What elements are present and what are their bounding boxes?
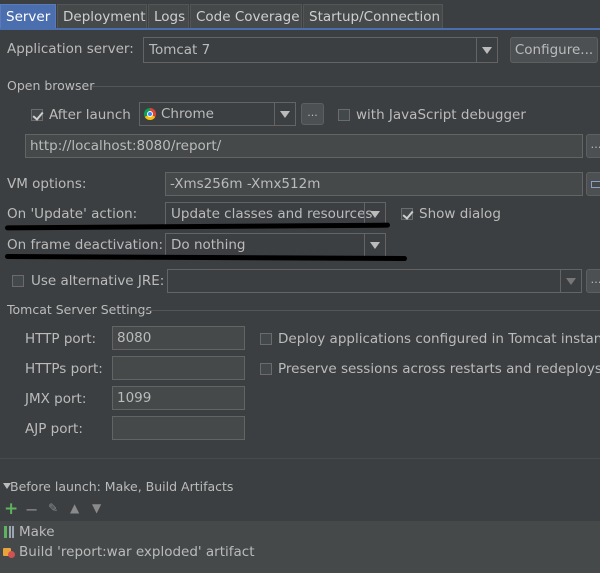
- app-server-value: Tomcat 7: [149, 42, 211, 58]
- check-icon: [402, 208, 414, 220]
- js-debugger-label: with JavaScript debugger: [356, 107, 526, 123]
- url-expand-button[interactable]: …: [586, 134, 600, 158]
- update-action-value: Update classes and resources: [171, 206, 373, 222]
- deploy-apps-label: Deploy applications configured in Tomcat…: [278, 331, 600, 347]
- list-item-label: Build 'report:war exploded' artifact: [19, 544, 255, 560]
- https-port-input[interactable]: [112, 356, 245, 380]
- remove-icon[interactable]: −: [25, 500, 38, 519]
- alt-jre-checkbox[interactable]: [12, 275, 24, 287]
- after-launch-label: After launch: [49, 107, 131, 123]
- more-icon: …: [591, 138, 600, 151]
- show-dialog-checkbox[interactable]: [401, 208, 414, 220]
- frame-deactivation-label: On frame deactivation:: [7, 237, 164, 253]
- tomcat-settings-section-label: Tomcat Server Settings: [7, 302, 152, 317]
- list-item[interactable]: Build 'report:war exploded' artifact: [0, 543, 600, 564]
- preserve-sessions-checkbox[interactable]: [260, 363, 272, 375]
- before-launch-list: Make Build 'report:war exploded' artifac…: [0, 521, 600, 573]
- open-browser-section-label: Open browser: [7, 78, 95, 93]
- list-item[interactable]: Make: [0, 522, 600, 543]
- tab-logs[interactable]: Logs: [148, 4, 189, 28]
- section-divider: [92, 86, 600, 87]
- expand-icon: [591, 181, 600, 188]
- jmx-port-label: JMX port:: [25, 391, 87, 407]
- configure-button[interactable]: Configure...: [510, 37, 598, 63]
- chrome-icon: [144, 108, 156, 120]
- http-port-label: HTTP port:: [25, 331, 97, 347]
- browser-value: Chrome: [161, 106, 214, 122]
- annotation-scribble: [4, 222, 391, 231]
- alt-jre-more-button[interactable]: …: [586, 269, 600, 293]
- artifact-icon: [3, 546, 15, 558]
- tab-server[interactable]: Server: [0, 4, 56, 28]
- chevron-down-icon[interactable]: [560, 270, 581, 292]
- app-server-select[interactable]: Tomcat 7: [143, 37, 498, 63]
- before-launch-label: Before launch: Make, Build Artifacts: [10, 479, 234, 494]
- chevron-down-icon[interactable]: [364, 234, 385, 256]
- section-divider: [142, 310, 600, 311]
- https-port-label: HTTPs port:: [25, 361, 103, 377]
- browser-more-button[interactable]: ...: [301, 103, 324, 125]
- tab-code-coverage[interactable]: Code Coverage: [190, 4, 302, 28]
- frame-deactivation-select[interactable]: Do nothing: [165, 233, 386, 257]
- more-icon: …: [591, 273, 600, 286]
- show-dialog-label: Show dialog: [419, 206, 501, 222]
- edit-icon[interactable]: ✎: [48, 501, 58, 515]
- tab-underline: [0, 28, 600, 30]
- list-item-label: Make: [19, 524, 55, 540]
- tab-startup-connection[interactable]: Startup/Connection: [303, 4, 443, 28]
- app-server-label: Application server:: [7, 41, 134, 57]
- http-port-input[interactable]: 8080: [112, 326, 245, 350]
- js-debugger-checkbox[interactable]: [338, 109, 350, 121]
- check-icon: [32, 109, 44, 121]
- preserve-sessions-label: Preserve sessions across restarts and re…: [278, 361, 600, 377]
- chevron-down-icon[interactable]: [476, 38, 497, 62]
- vm-options-input[interactable]: -Xms256m -Xmx512m: [165, 172, 583, 196]
- move-down-icon[interactable]: ▼: [92, 501, 101, 515]
- tab-deployment[interactable]: Deployment: [57, 4, 147, 28]
- vm-options-label: VM options:: [7, 176, 87, 192]
- deploy-apps-checkbox[interactable]: [260, 333, 272, 345]
- ajp-port-input[interactable]: [112, 416, 245, 440]
- vm-options-expand-button[interactable]: [586, 172, 600, 196]
- annotation-scribble: [4, 253, 408, 262]
- make-icon: [4, 526, 14, 538]
- section-divider: [0, 458, 600, 459]
- jmx-port-input[interactable]: 1099: [112, 386, 245, 410]
- chevron-down-icon[interactable]: [274, 103, 295, 125]
- update-action-label: On 'Update' action:: [7, 206, 138, 222]
- add-icon[interactable]: +: [4, 499, 18, 519]
- url-input[interactable]: http://localhost:8080/report/: [25, 134, 583, 158]
- chevron-down-icon[interactable]: [364, 203, 385, 225]
- ajp-port-label: AJP port:: [25, 421, 83, 437]
- browser-select[interactable]: Chrome: [139, 102, 296, 126]
- alt-jre-select[interactable]: [167, 269, 582, 293]
- frame-deactivation-value: Do nothing: [171, 237, 246, 253]
- tab-bar: Server Deployment Logs Code Coverage Sta…: [0, 0, 600, 30]
- move-up-icon[interactable]: ▲: [70, 501, 79, 515]
- alt-jre-label: Use alternative JRE:: [31, 273, 165, 289]
- after-launch-checkbox[interactable]: [31, 109, 44, 121]
